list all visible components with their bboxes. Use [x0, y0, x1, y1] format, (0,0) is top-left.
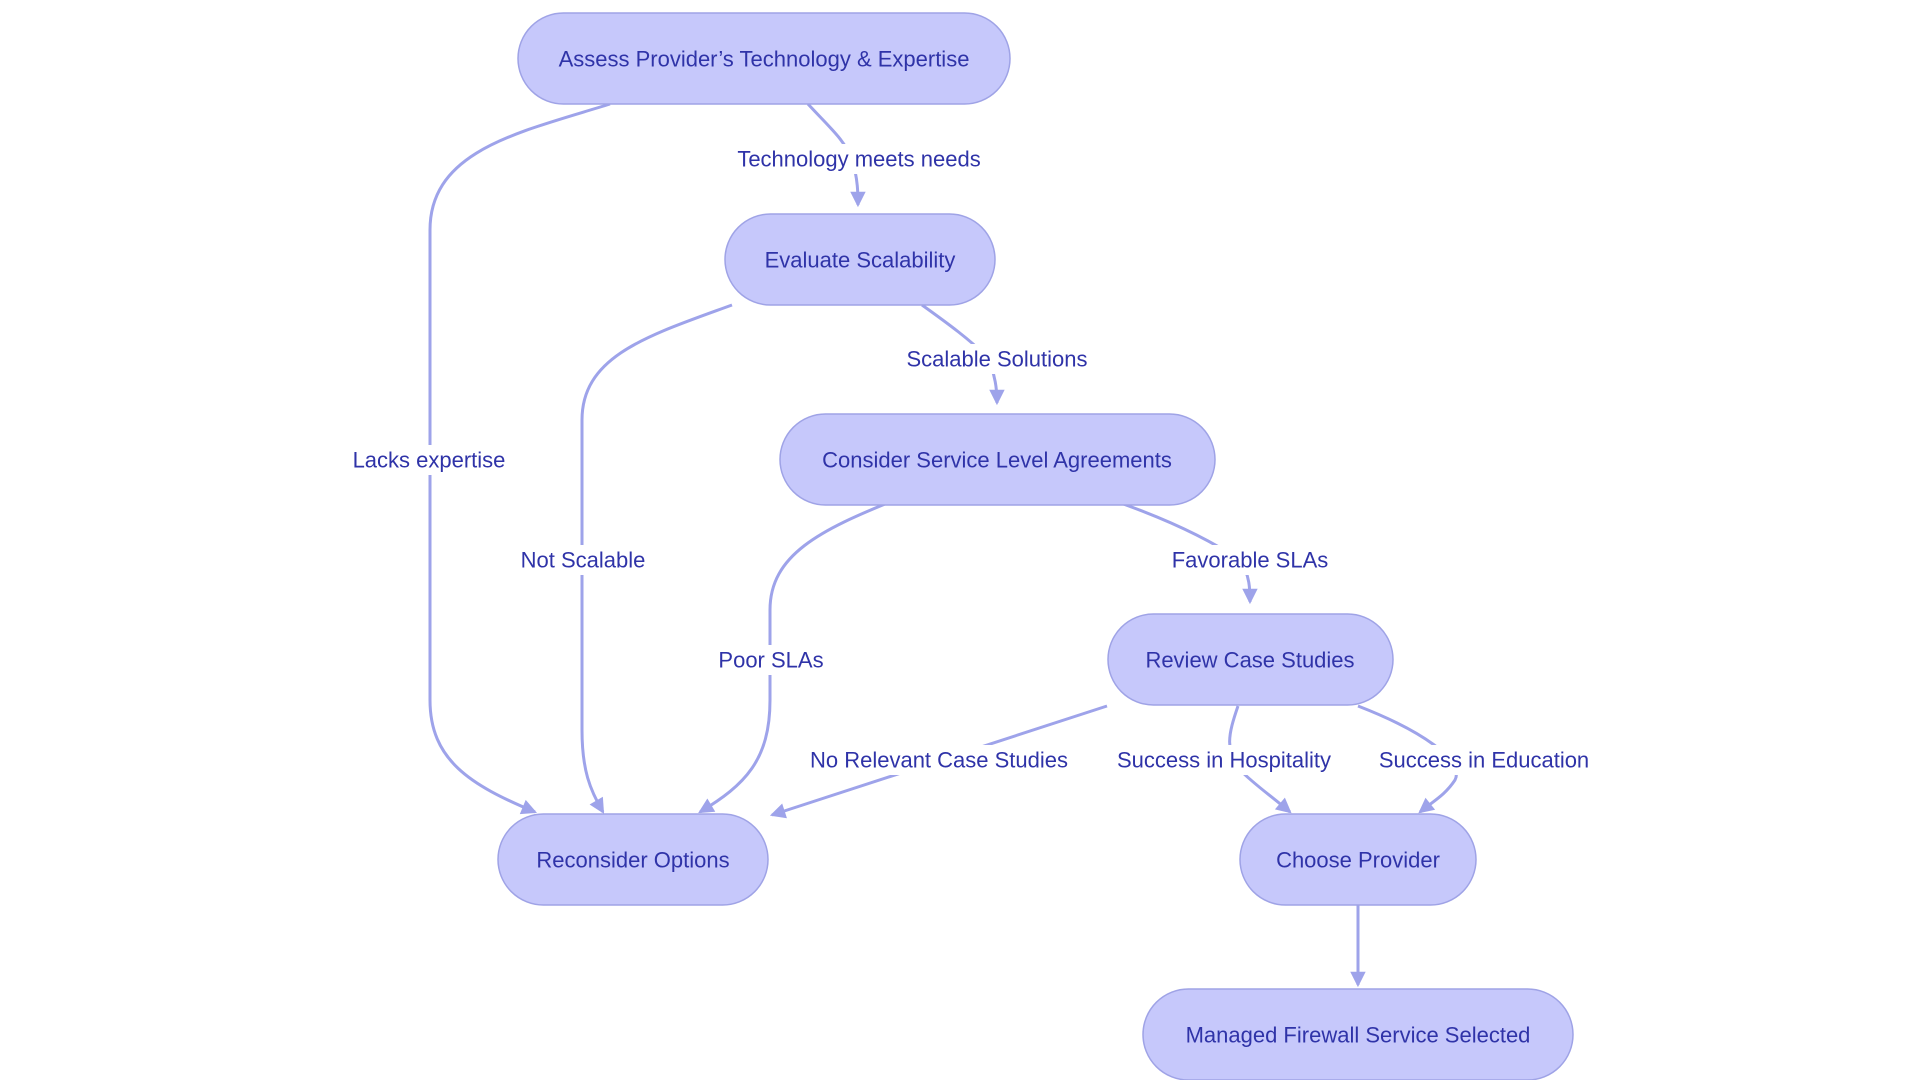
node-review-case-studies[interactable]: Review Case Studies	[1107, 613, 1394, 706]
edge-label-success-in-education: Success in Education	[1368, 745, 1600, 775]
svg-text:Success in Education: Success in Education	[1379, 748, 1589, 773]
edge-label-not-scalable: Not Scalable	[513, 545, 653, 575]
node-reconsider-options[interactable]: Reconsider Options	[497, 813, 769, 906]
svg-text:Assess Provider’s Technology &: Assess Provider’s Technology & Expertise	[559, 47, 970, 72]
edge-label-scalable-solutions: Scalable Solutions	[898, 344, 1096, 374]
svg-text:Not Scalable: Not Scalable	[521, 548, 646, 573]
edge-label-no-relevant-case-studies: No Relevant Case Studies	[800, 745, 1078, 775]
node-assess-provider[interactable]: Assess Provider’s Technology & Expertise	[517, 12, 1011, 105]
flowchart-canvas: Technology meets needs Lacks expertise S…	[344, 12, 1600, 1080]
node-choose-provider[interactable]: Choose Provider	[1239, 813, 1477, 906]
svg-text:Poor SLAs: Poor SLAs	[718, 648, 823, 673]
edge-label-lacks-expertise: Lacks expertise	[344, 445, 514, 475]
svg-text:No Relevant Case Studies: No Relevant Case Studies	[810, 748, 1068, 773]
node-consider-sla[interactable]: Consider Service Level Agreements	[779, 413, 1216, 506]
svg-text:Reconsider Options: Reconsider Options	[536, 848, 729, 873]
svg-text:Favorable SLAs: Favorable SLAs	[1172, 548, 1329, 573]
svg-text:Managed Firewall Service Selec: Managed Firewall Service Selected	[1186, 1023, 1531, 1048]
node-managed-firewall-selected[interactable]: Managed Firewall Service Selected	[1142, 988, 1574, 1080]
edge-label-favorable-slas: Favorable SLAs	[1168, 545, 1332, 575]
svg-text:Success in Hospitality: Success in Hospitality	[1117, 748, 1331, 773]
edge-label-success-in-hospitality: Success in Hospitality	[1106, 745, 1342, 775]
edge-label-technology-meets-needs: Technology meets needs	[728, 144, 990, 174]
svg-text:Technology meets needs: Technology meets needs	[737, 147, 980, 172]
svg-text:Scalable Solutions: Scalable Solutions	[906, 347, 1087, 372]
nodes: Assess Provider’s Technology & Expertise…	[497, 12, 1574, 1080]
svg-text:Lacks expertise: Lacks expertise	[353, 448, 506, 473]
svg-text:Review Case Studies: Review Case Studies	[1145, 648, 1354, 673]
svg-text:Consider Service Level Agreeme: Consider Service Level Agreements	[822, 448, 1172, 473]
edge-label-poor-slas: Poor SLAs	[715, 645, 827, 675]
svg-text:Choose Provider: Choose Provider	[1276, 848, 1440, 873]
node-evaluate-scalability[interactable]: Evaluate Scalability	[724, 213, 996, 306]
svg-text:Evaluate Scalability: Evaluate Scalability	[765, 248, 956, 273]
